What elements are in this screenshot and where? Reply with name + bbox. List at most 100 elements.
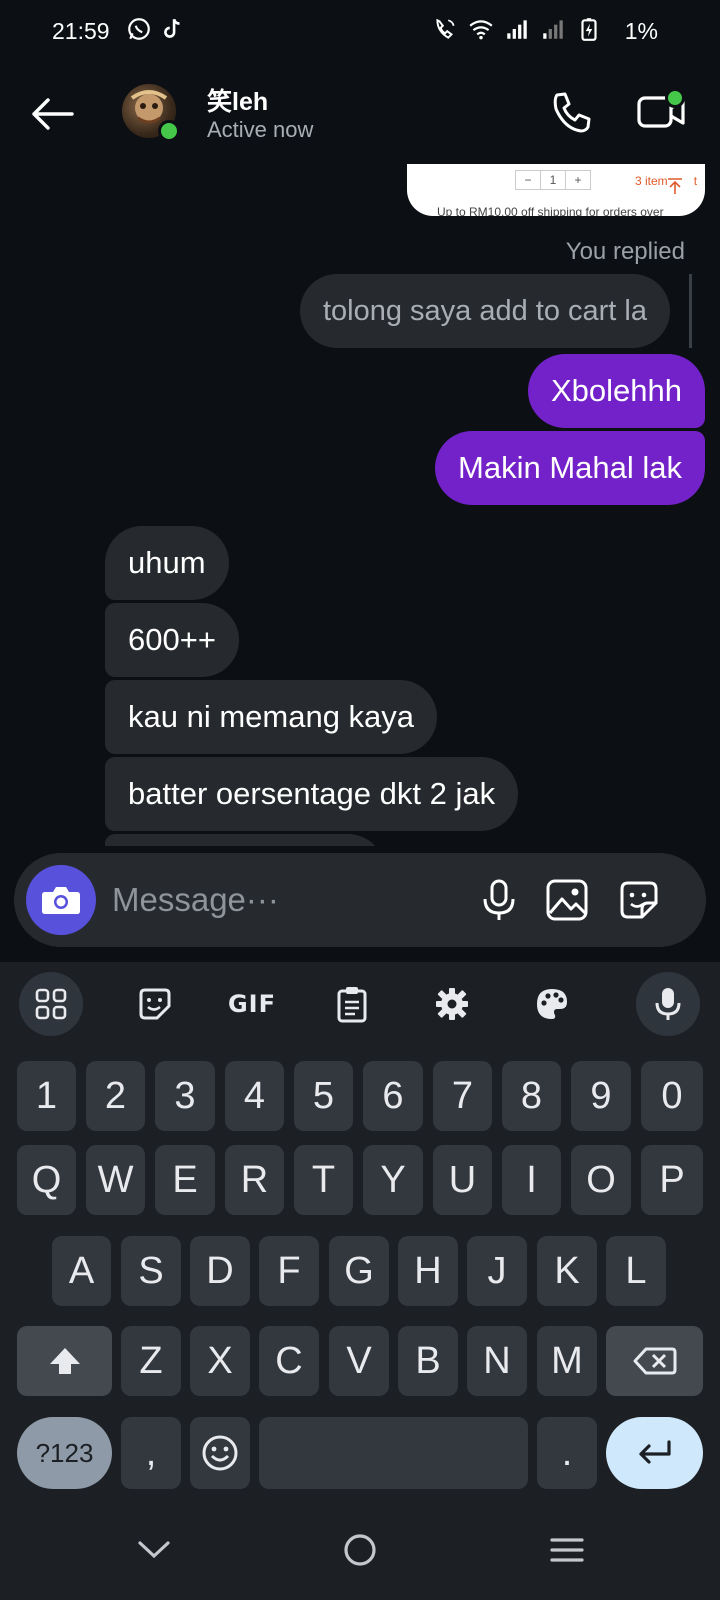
apps-grid-icon[interactable] bbox=[19, 972, 83, 1036]
key-j[interactable]: J bbox=[467, 1236, 527, 1306]
contact-avatar[interactable] bbox=[122, 84, 180, 142]
home-circle-icon bbox=[344, 1534, 376, 1566]
wifi-call-icon bbox=[436, 18, 455, 39]
key-h[interactable]: H bbox=[398, 1236, 458, 1306]
contact-status: Active now bbox=[207, 117, 314, 142]
their-message[interactable]: batter oersentage dkt 2 jak bbox=[105, 757, 519, 831]
key-q[interactable]: Q bbox=[17, 1145, 76, 1215]
message-composer bbox=[14, 853, 706, 947]
camera-button[interactable] bbox=[26, 865, 96, 935]
key-p[interactable]: P bbox=[641, 1145, 703, 1215]
key-e[interactable]: E bbox=[155, 1145, 215, 1215]
their-message[interactable]: 600++ bbox=[105, 603, 239, 677]
replied-label: You replied bbox=[565, 238, 685, 265]
status-bar: 21:59 1% bbox=[0, 0, 720, 62]
system-icons bbox=[432, 16, 602, 42]
key-v[interactable]: V bbox=[329, 1326, 389, 1396]
status-time: 21:59 bbox=[52, 18, 110, 44]
online-indicator bbox=[158, 120, 180, 142]
backspace-key[interactable] bbox=[606, 1326, 703, 1396]
key-m[interactable]: M bbox=[537, 1326, 597, 1396]
signal-icon-2 bbox=[543, 20, 563, 39]
my-message[interactable]: Xbolehhh bbox=[527, 354, 705, 428]
their-message[interactable]: kau ni memang kaya bbox=[105, 680, 438, 754]
key-d[interactable]: D bbox=[190, 1236, 250, 1306]
sticker-icon[interactable] bbox=[614, 875, 664, 925]
wifi-icon bbox=[469, 20, 493, 40]
quoted-message[interactable]: tolong saya add to cart la bbox=[299, 274, 670, 348]
system-navigation-bar bbox=[0, 1500, 720, 1600]
key-z[interactable]: Z bbox=[121, 1326, 181, 1396]
key-9[interactable]: 9 bbox=[571, 1061, 631, 1131]
emoji-key[interactable] bbox=[190, 1417, 250, 1489]
key-c[interactable]: C bbox=[259, 1326, 319, 1396]
key-s[interactable]: S bbox=[121, 1236, 181, 1306]
key-x[interactable]: X bbox=[190, 1326, 250, 1396]
key-o[interactable]: O bbox=[571, 1145, 631, 1215]
emoji-sticker-icon[interactable] bbox=[123, 972, 187, 1036]
keyboard-toolbar: GIF bbox=[0, 972, 720, 1038]
settings-gear-icon[interactable] bbox=[420, 972, 484, 1036]
battery-percent: 1% bbox=[624, 18, 658, 44]
qty-value: 1 bbox=[541, 171, 566, 189]
message-input[interactable] bbox=[112, 879, 452, 921]
preview-shipping-text: Up to RM10.00 off shipping for orders ov… bbox=[437, 205, 664, 216]
message-thread[interactable]: − 1 + 3 item t Up to RM10.00 off shipping… bbox=[0, 156, 720, 846]
comma-key[interactable]: , bbox=[121, 1417, 181, 1489]
key-8[interactable]: 8 bbox=[502, 1061, 561, 1131]
tiktok-icon bbox=[164, 18, 180, 38]
nav-home[interactable] bbox=[334, 1524, 386, 1576]
shift-key[interactable] bbox=[17, 1326, 112, 1396]
key-1[interactable]: 1 bbox=[17, 1061, 76, 1131]
microphone-icon[interactable] bbox=[474, 875, 524, 925]
spacebar[interactable] bbox=[259, 1417, 528, 1489]
gallery-icon[interactable] bbox=[542, 875, 592, 925]
key-k[interactable]: K bbox=[537, 1236, 597, 1306]
battery-charging-icon bbox=[581, 18, 597, 41]
key-t[interactable]: T bbox=[294, 1145, 353, 1215]
symbols-key[interactable]: ?123 bbox=[17, 1417, 112, 1489]
key-w[interactable]: W bbox=[86, 1145, 145, 1215]
palette-icon[interactable] bbox=[520, 972, 584, 1036]
enter-arrow-icon bbox=[638, 1440, 671, 1464]
key-2[interactable]: 2 bbox=[86, 1061, 145, 1131]
key-a[interactable]: A bbox=[52, 1236, 111, 1306]
phone-call-icon[interactable] bbox=[548, 90, 594, 136]
their-message-partial[interactable] bbox=[105, 834, 385, 846]
nav-menu[interactable] bbox=[541, 1524, 593, 1576]
gif-button[interactable]: GIF bbox=[220, 972, 284, 1036]
qty-minus: − bbox=[516, 171, 541, 189]
key-u[interactable]: U bbox=[433, 1145, 492, 1215]
reply-indicator-line bbox=[689, 274, 692, 348]
key-0[interactable]: 0 bbox=[641, 1061, 703, 1131]
key-4[interactable]: 4 bbox=[225, 1061, 284, 1131]
nav-collapse-keyboard[interactable] bbox=[128, 1524, 180, 1576]
video-online-dot bbox=[665, 88, 685, 108]
contact-name[interactable]: 笑leh bbox=[207, 82, 268, 118]
period-key[interactable]: . bbox=[537, 1417, 597, 1489]
shared-link-preview[interactable]: − 1 + 3 item t Up to RM10.00 off shipping… bbox=[407, 164, 705, 216]
key-f[interactable]: F bbox=[259, 1236, 319, 1306]
back-arrow-icon[interactable] bbox=[28, 92, 76, 136]
voice-input-icon[interactable] bbox=[636, 972, 700, 1036]
key-7[interactable]: 7 bbox=[433, 1061, 492, 1131]
key-3[interactable]: 3 bbox=[155, 1061, 215, 1131]
key-b[interactable]: B bbox=[398, 1326, 458, 1396]
quantity-stepper: − 1 + bbox=[515, 170, 591, 190]
signal-icon bbox=[507, 20, 527, 39]
key-i[interactable]: I bbox=[502, 1145, 561, 1215]
notification-icons bbox=[126, 16, 186, 42]
whatsapp-icon bbox=[128, 18, 150, 40]
key-r[interactable]: R bbox=[225, 1145, 284, 1215]
key-g[interactable]: G bbox=[329, 1236, 389, 1306]
their-message[interactable]: uhum bbox=[105, 526, 229, 600]
key-l[interactable]: L bbox=[606, 1236, 666, 1306]
key-y[interactable]: Y bbox=[363, 1145, 423, 1215]
menu-lines-icon bbox=[550, 1538, 584, 1562]
key-n[interactable]: N bbox=[467, 1326, 527, 1396]
clipboard-icon[interactable] bbox=[320, 972, 384, 1036]
key-6[interactable]: 6 bbox=[363, 1061, 423, 1131]
my-message[interactable]: Makin Mahal lak bbox=[435, 431, 705, 505]
enter-key[interactable] bbox=[606, 1417, 703, 1489]
key-5[interactable]: 5 bbox=[294, 1061, 353, 1131]
